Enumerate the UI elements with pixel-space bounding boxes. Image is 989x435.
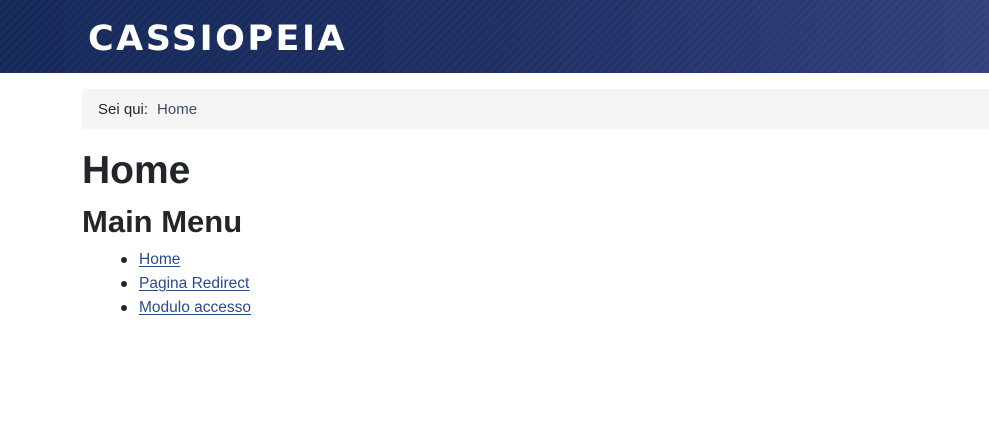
bullet-icon bbox=[121, 305, 127, 311]
site-brand-logo[interactable]: CASSIOPEIA bbox=[88, 17, 347, 61]
bullet-icon bbox=[121, 257, 127, 263]
breadcrumb: Sei qui: Home bbox=[82, 89, 989, 129]
site-header: CASSIOPEIA bbox=[0, 0, 989, 73]
main-menu-title: Main Menu bbox=[82, 204, 243, 239]
bullet-icon bbox=[121, 281, 127, 287]
menu-link-modulo-accesso[interactable]: Modulo accesso bbox=[139, 299, 251, 316]
breadcrumb-label: Sei qui: bbox=[98, 100, 149, 118]
main-menu-item: Modulo accesso bbox=[121, 296, 251, 320]
menu-link-pagina-redirect[interactable]: Pagina Redirect bbox=[139, 275, 249, 292]
main-menu-item: Pagina Redirect bbox=[121, 272, 251, 296]
breadcrumb-item-home: Home bbox=[157, 100, 198, 118]
menu-link-home[interactable]: Home bbox=[139, 251, 180, 268]
main-menu-item: Home bbox=[121, 248, 251, 272]
page-title: Home bbox=[82, 149, 191, 192]
main-menu-list: Home Pagina Redirect Modulo accesso bbox=[121, 248, 251, 320]
